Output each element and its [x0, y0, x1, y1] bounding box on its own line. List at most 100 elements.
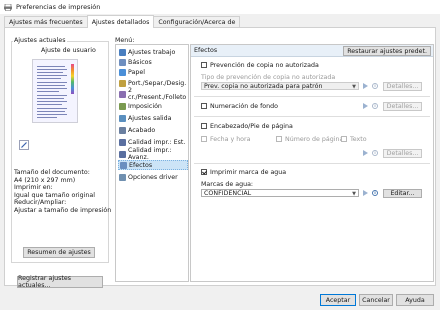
chevron-down-icon: ▼ — [352, 190, 356, 197]
title-bar: Preferencias de impresión — [0, 0, 440, 14]
tab-panel: Ajustes actuales Ajuste de usuario Tamañ… — [4, 27, 436, 289]
page-preview — [32, 59, 78, 123]
info-icon[interactable]: i — [372, 150, 378, 156]
background-numbering-details-button[interactable]: Detalles... — [383, 102, 422, 111]
watermark-select-value: CONFIDENCIAL — [204, 189, 252, 197]
divider — [194, 163, 430, 164]
output-icon — [119, 114, 126, 122]
register-settings-button[interactable]: Registrar ajustes actuales... — [17, 275, 103, 289]
menu-item-job-settings[interactable]: Ajustes trabajo — [118, 47, 188, 57]
summary-line: Igual que tamaño original — [14, 191, 96, 199]
cancel-button[interactable]: Cancelar — [359, 294, 393, 306]
preview-line — [37, 108, 67, 109]
menu-item-label: Ajustes trabajo — [128, 48, 176, 56]
effects-panel: Efectos Restaurar ajustes predet. Preven… — [190, 44, 434, 282]
menu-item-label: Calidad impr.: Est. — [128, 138, 186, 146]
preview-line — [37, 104, 62, 105]
menu-list: Ajustes trabajo Básicos Papel Port./Sepa… — [115, 44, 189, 282]
preview-line — [37, 78, 61, 79]
watermark-select[interactable]: CONFIDENCIAL ▼ — [201, 189, 359, 197]
ok-button[interactable]: Aceptar — [320, 294, 356, 306]
menu-item-layout-booklet[interactable]: 2 cr./Present./Folleto — [118, 87, 188, 101]
settings-summary-button[interactable]: Resumen de ajustes — [23, 247, 95, 258]
page-number-label: Número de página — [285, 136, 344, 143]
preview-line — [37, 101, 67, 102]
menu-item-basic[interactable]: Básicos — [118, 57, 188, 67]
menu-item-label: Opciones driver — [128, 173, 178, 181]
preview-line — [37, 66, 65, 67]
cover-icon — [119, 79, 126, 87]
date-time-checkbox[interactable] — [201, 136, 207, 142]
copy-prevention-checkbox[interactable] — [201, 62, 207, 68]
tab-detailed-settings[interactable]: Ajustes detallados — [86, 15, 155, 28]
menu-item-effects[interactable]: Efectos — [118, 160, 188, 170]
preview-line — [37, 72, 63, 73]
menu-item-label: Ajustes salida — [128, 114, 172, 122]
header-footer-details-button[interactable]: Detalles... — [383, 149, 422, 158]
copy-prevention-type-select[interactable]: Prev. copia no autorizada para patrón ▼ — [201, 82, 359, 90]
effects-title: Efectos — [194, 47, 218, 54]
watermark-label: Imprimir marca de agua — [210, 169, 287, 176]
current-settings-group: Ajustes actuales Ajuste de usuario Tamañ… — [11, 37, 111, 292]
menu-item-quality-standard[interactable]: Calidad impr.: Est. — [118, 137, 188, 147]
menu-item-finishing[interactable]: Acabado — [118, 125, 188, 135]
info-icon[interactable]: i — [372, 103, 378, 109]
printer-icon — [4, 3, 12, 11]
summary-line: Imprimir en: — [14, 184, 53, 191]
gear-icon — [119, 173, 126, 181]
quality-advanced-icon — [119, 150, 126, 158]
header-footer-checkbox[interactable] — [201, 123, 207, 129]
edit-preview-icon[interactable] — [19, 140, 29, 150]
watermark-edit-button[interactable]: Editar... — [383, 189, 422, 198]
preview-line — [37, 111, 65, 112]
summary-line: Ajustar a tamaño de impresión — [14, 206, 112, 214]
summary-line: Reducir/Ampliar: — [14, 199, 67, 206]
menu-item-label: Papel — [128, 68, 145, 76]
menu-item-driver-options[interactable]: Opciones driver — [118, 172, 188, 182]
menu-item-label: Acabado — [128, 126, 156, 134]
paper-icon — [119, 68, 126, 76]
watermark-checkbox[interactable] — [201, 169, 207, 175]
preview-line — [37, 82, 67, 83]
effects-icon — [120, 161, 127, 169]
date-time-label: Fecha y hora — [210, 136, 251, 143]
menu-label: Menú: — [115, 37, 135, 44]
text-checkbox[interactable] — [341, 136, 347, 142]
quality-icon — [119, 138, 126, 146]
page-number-checkbox[interactable] — [276, 136, 282, 142]
booklet-icon — [119, 90, 126, 98]
job-settings-icon — [119, 48, 126, 56]
preview-line — [37, 117, 57, 118]
preview-line — [37, 91, 59, 92]
preview-label: Ajuste de usuario — [41, 47, 96, 54]
current-settings-title: Ajustes actuales — [13, 37, 67, 44]
menu-item-imposition[interactable]: Imposición — [118, 101, 188, 111]
copy-prevention-details-button[interactable]: Detalles... — [383, 82, 422, 91]
arrow-right-icon — [363, 103, 368, 109]
window-title: Preferencias de impresión — [16, 3, 101, 11]
current-settings-summary: Tamaño del documento: A4 (210 x 297 mm) … — [14, 169, 111, 214]
watermark-select-label: Marcas de agua: — [201, 181, 254, 188]
arrow-right-icon — [363, 83, 368, 89]
menu-item-output-settings[interactable]: Ajustes salida — [118, 113, 188, 123]
copy-prevention-type-label: Tipo de prevención de copia no autorizad… — [201, 74, 336, 81]
menu-item-quality-advanced[interactable]: Calidad impr.: Avanz. — [118, 147, 188, 161]
text-label: Texto — [350, 136, 367, 143]
restore-defaults-button[interactable]: Restaurar ajustes predet. — [343, 46, 431, 56]
preview-line — [37, 88, 67, 89]
finishing-icon — [119, 126, 126, 134]
info-icon[interactable]: i — [372, 83, 378, 89]
background-numbering-checkbox[interactable] — [201, 103, 207, 109]
menu-item-label: Imposición — [128, 102, 162, 110]
menu-item-label: 2 cr./Present./Folleto — [128, 87, 187, 101]
arrow-right-icon — [363, 190, 368, 196]
preview-line — [37, 85, 65, 86]
imposition-icon — [119, 102, 126, 110]
effects-header: Efectos Restaurar ajustes predet. — [191, 45, 433, 57]
menu-item-paper[interactable]: Papel — [118, 67, 188, 77]
arrow-right-icon — [363, 150, 368, 156]
help-button[interactable]: Ayuda — [396, 294, 434, 306]
basic-icon — [119, 58, 126, 66]
preview-line — [37, 98, 64, 99]
info-icon[interactable]: i — [372, 190, 378, 196]
